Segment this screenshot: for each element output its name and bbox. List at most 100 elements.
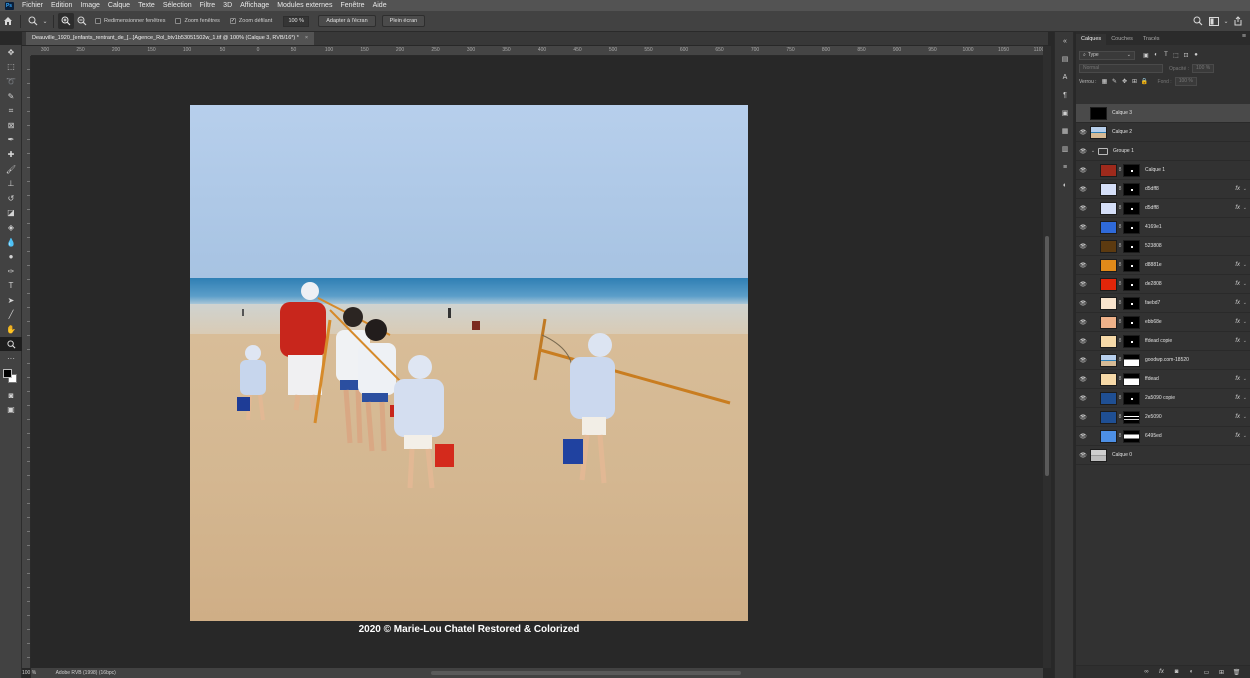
layer-row[interactable]: 👁 8 523808 bbox=[1076, 237, 1250, 256]
layer-name[interactable]: Calque 1 bbox=[1145, 167, 1165, 173]
marquee-tool-icon[interactable]: ⬚ bbox=[0, 60, 22, 75]
horizontal-scrollbar[interactable] bbox=[31, 668, 1043, 678]
layer-row[interactable]: 👁 8 goodwp.com-18520 bbox=[1076, 351, 1250, 370]
dodge-tool-icon[interactable]: ● bbox=[0, 249, 22, 264]
layer-name[interactable]: de2808 bbox=[1145, 281, 1162, 287]
layer-thumbnail[interactable] bbox=[1100, 372, 1117, 386]
layer-name[interactable]: Groupe 1 bbox=[1113, 148, 1134, 154]
layer-effects-icon[interactable]: fx bbox=[1235, 262, 1240, 268]
home-icon[interactable] bbox=[0, 13, 16, 29]
layer-effects-icon[interactable]: fx bbox=[1235, 376, 1240, 382]
layer-name[interactable]: Calque 0 bbox=[1112, 452, 1132, 458]
fit-screen-button[interactable]: Adapter à l'écran bbox=[318, 15, 376, 27]
swatches-panel-icon[interactable]: ▥ bbox=[1055, 140, 1075, 158]
menu-fichier[interactable]: Fichier bbox=[18, 0, 47, 11]
document-image[interactable] bbox=[190, 105, 748, 621]
layer-name[interactable]: d5dff8 bbox=[1145, 205, 1159, 211]
lock-all-icon[interactable]: 🔒 bbox=[1140, 78, 1150, 85]
new-group-icon[interactable]: ▭ bbox=[1199, 669, 1214, 676]
layer-effects-icon[interactable]: fx bbox=[1235, 300, 1240, 306]
visibility-eye-icon[interactable]: 👁 bbox=[1076, 205, 1090, 212]
layer-row[interactable]: 👁 8 ebb68e fx ⌄ bbox=[1076, 313, 1250, 332]
visibility-eye-icon[interactable]: 👁 bbox=[1076, 186, 1090, 193]
color-swatches[interactable] bbox=[0, 366, 22, 388]
layer-effects-icon[interactable]: fx bbox=[1235, 205, 1240, 211]
add-mask-icon[interactable]: ◙ bbox=[1169, 669, 1184, 675]
layer-thumbnail[interactable] bbox=[1090, 125, 1107, 139]
layer-effects-icon[interactable]: fx bbox=[1235, 281, 1240, 287]
menu-selection[interactable]: Sélection bbox=[159, 0, 196, 11]
layer-row[interactable]: 👁 8 2e5090 fx ⌄ bbox=[1076, 408, 1250, 427]
filter-pixel-icon[interactable]: ▣ bbox=[1141, 52, 1151, 59]
quick-mask-icon[interactable]: ◙ bbox=[0, 388, 22, 403]
horizontal-scroll-thumb[interactable] bbox=[431, 671, 741, 675]
layer-name[interactable]: d5dff8 bbox=[1145, 186, 1159, 192]
lock-pixels-icon[interactable]: ✎ bbox=[1110, 78, 1120, 85]
layer-row[interactable]: 👁 8 2a5090 copie fx ⌄ bbox=[1076, 389, 1250, 408]
menu-3d[interactable]: 3D bbox=[219, 0, 236, 11]
layer-mask-thumbnail[interactable] bbox=[1123, 410, 1140, 424]
layer-name[interactable]: Calque 2 bbox=[1112, 129, 1132, 135]
visibility-eye-icon[interactable]: 👁 bbox=[1076, 300, 1090, 307]
vertical-scroll-thumb[interactable] bbox=[1045, 236, 1049, 476]
zoom-in-icon[interactable] bbox=[58, 13, 74, 29]
panel-menu-icon[interactable]: ≡ bbox=[1242, 33, 1246, 40]
chevron-down-icon[interactable]: ⌄ bbox=[1243, 414, 1247, 420]
checkbox-box[interactable] bbox=[95, 18, 101, 24]
paragraph-panel-icon[interactable]: ¶ bbox=[1055, 86, 1075, 104]
layer-thumbnail[interactable] bbox=[1100, 410, 1117, 424]
filter-type-icon[interactable]: T bbox=[1161, 52, 1171, 59]
type-tool-icon[interactable]: T bbox=[0, 279, 22, 294]
lock-transparency-icon[interactable]: ▦ bbox=[1100, 78, 1110, 85]
layer-thumbnail[interactable] bbox=[1100, 429, 1117, 443]
visibility-eye-icon[interactable]: 👁 bbox=[1076, 395, 1090, 402]
quick-selection-tool-icon[interactable]: ✎ bbox=[0, 89, 22, 104]
visibility-eye-icon[interactable]: 👁 bbox=[1076, 357, 1090, 364]
layer-row[interactable]: 👁 8 ffdead fx ⌄ bbox=[1076, 370, 1250, 389]
chevron-down-icon[interactable]: ⌄ bbox=[1243, 338, 1247, 344]
new-layer-icon[interactable]: ⊞ bbox=[1214, 669, 1229, 676]
checkbox-checked[interactable]: ✓ bbox=[229, 18, 236, 24]
history-brush-tool-icon[interactable]: ↺ bbox=[0, 191, 22, 206]
vertical-ruler[interactable] bbox=[22, 56, 31, 668]
close-tab-icon[interactable]: × bbox=[305, 32, 308, 45]
chevron-down-icon[interactable]: ⌄ bbox=[1243, 300, 1247, 306]
layer-effects-icon[interactable]: fx bbox=[1235, 395, 1240, 401]
layer-thumbnail[interactable] bbox=[1100, 296, 1117, 310]
layer-thumbnail[interactable] bbox=[1100, 182, 1117, 196]
layer-name[interactable]: Calque 3 bbox=[1112, 110, 1132, 116]
chevron-down-icon[interactable]: ⌄ bbox=[1222, 13, 1230, 29]
visibility-eye-icon[interactable]: 👁 bbox=[1076, 148, 1090, 155]
blend-mode-select[interactable]: Normal bbox=[1079, 64, 1163, 73]
paint-bucket-tool-icon[interactable]: ◈ bbox=[0, 220, 22, 235]
horizontal-ruler[interactable]: 300 250 200 150 100 50 0 50 100 150 200 250 300 350 40… bbox=[31, 46, 1043, 56]
layer-row[interactable]: 👁 8 6495ed fx ⌄ bbox=[1076, 427, 1250, 446]
layer-thumbnail[interactable] bbox=[1100, 277, 1117, 291]
chevron-down-icon[interactable]: ⌄ bbox=[1243, 433, 1247, 439]
menu-edition[interactable]: Edition bbox=[47, 0, 76, 11]
eraser-tool-icon[interactable]: ◪ bbox=[0, 206, 22, 221]
frame-tool-icon[interactable]: ⊠ bbox=[0, 118, 22, 133]
layer-thumbnail[interactable] bbox=[1100, 353, 1117, 367]
chevron-down-icon[interactable]: ⌄ bbox=[1243, 395, 1247, 401]
layer-row[interactable]: 👁 8 d5dff8 fx ⌄ bbox=[1076, 180, 1250, 199]
chevron-down-icon[interactable]: ⌄ bbox=[1243, 376, 1247, 382]
layer-thumbnail[interactable] bbox=[1100, 258, 1117, 272]
crop-tool-icon[interactable]: ⌗ bbox=[0, 103, 22, 118]
menu-texte[interactable]: Texte bbox=[134, 0, 159, 11]
tab-couches[interactable]: Couches bbox=[1106, 34, 1138, 45]
layer-name[interactable]: d8881e bbox=[1145, 262, 1162, 268]
layer-row[interactable]: 👁 Calque 0 bbox=[1076, 446, 1250, 465]
visibility-eye-icon[interactable]: 👁 bbox=[1076, 167, 1090, 174]
layer-name[interactable]: 523808 bbox=[1145, 243, 1162, 249]
tab-calques[interactable]: Calques bbox=[1076, 34, 1107, 45]
menu-filtre[interactable]: Filtre bbox=[196, 0, 220, 11]
chevron-down-icon[interactable]: ⌄ bbox=[1090, 148, 1096, 154]
opacity-field[interactable]: 100 % bbox=[1192, 64, 1215, 73]
photoshop-logo-icon[interactable]: Ps bbox=[0, 0, 18, 11]
adjustments-panel-icon[interactable]: ≡ bbox=[1055, 158, 1075, 176]
line-tool-icon[interactable]: ╱ bbox=[0, 308, 22, 323]
layer-row[interactable]: 👁 Calque 2 bbox=[1076, 123, 1250, 142]
screen-mode-icon[interactable]: ▣ bbox=[0, 403, 22, 418]
layer-thumbnail[interactable] bbox=[1100, 315, 1117, 329]
